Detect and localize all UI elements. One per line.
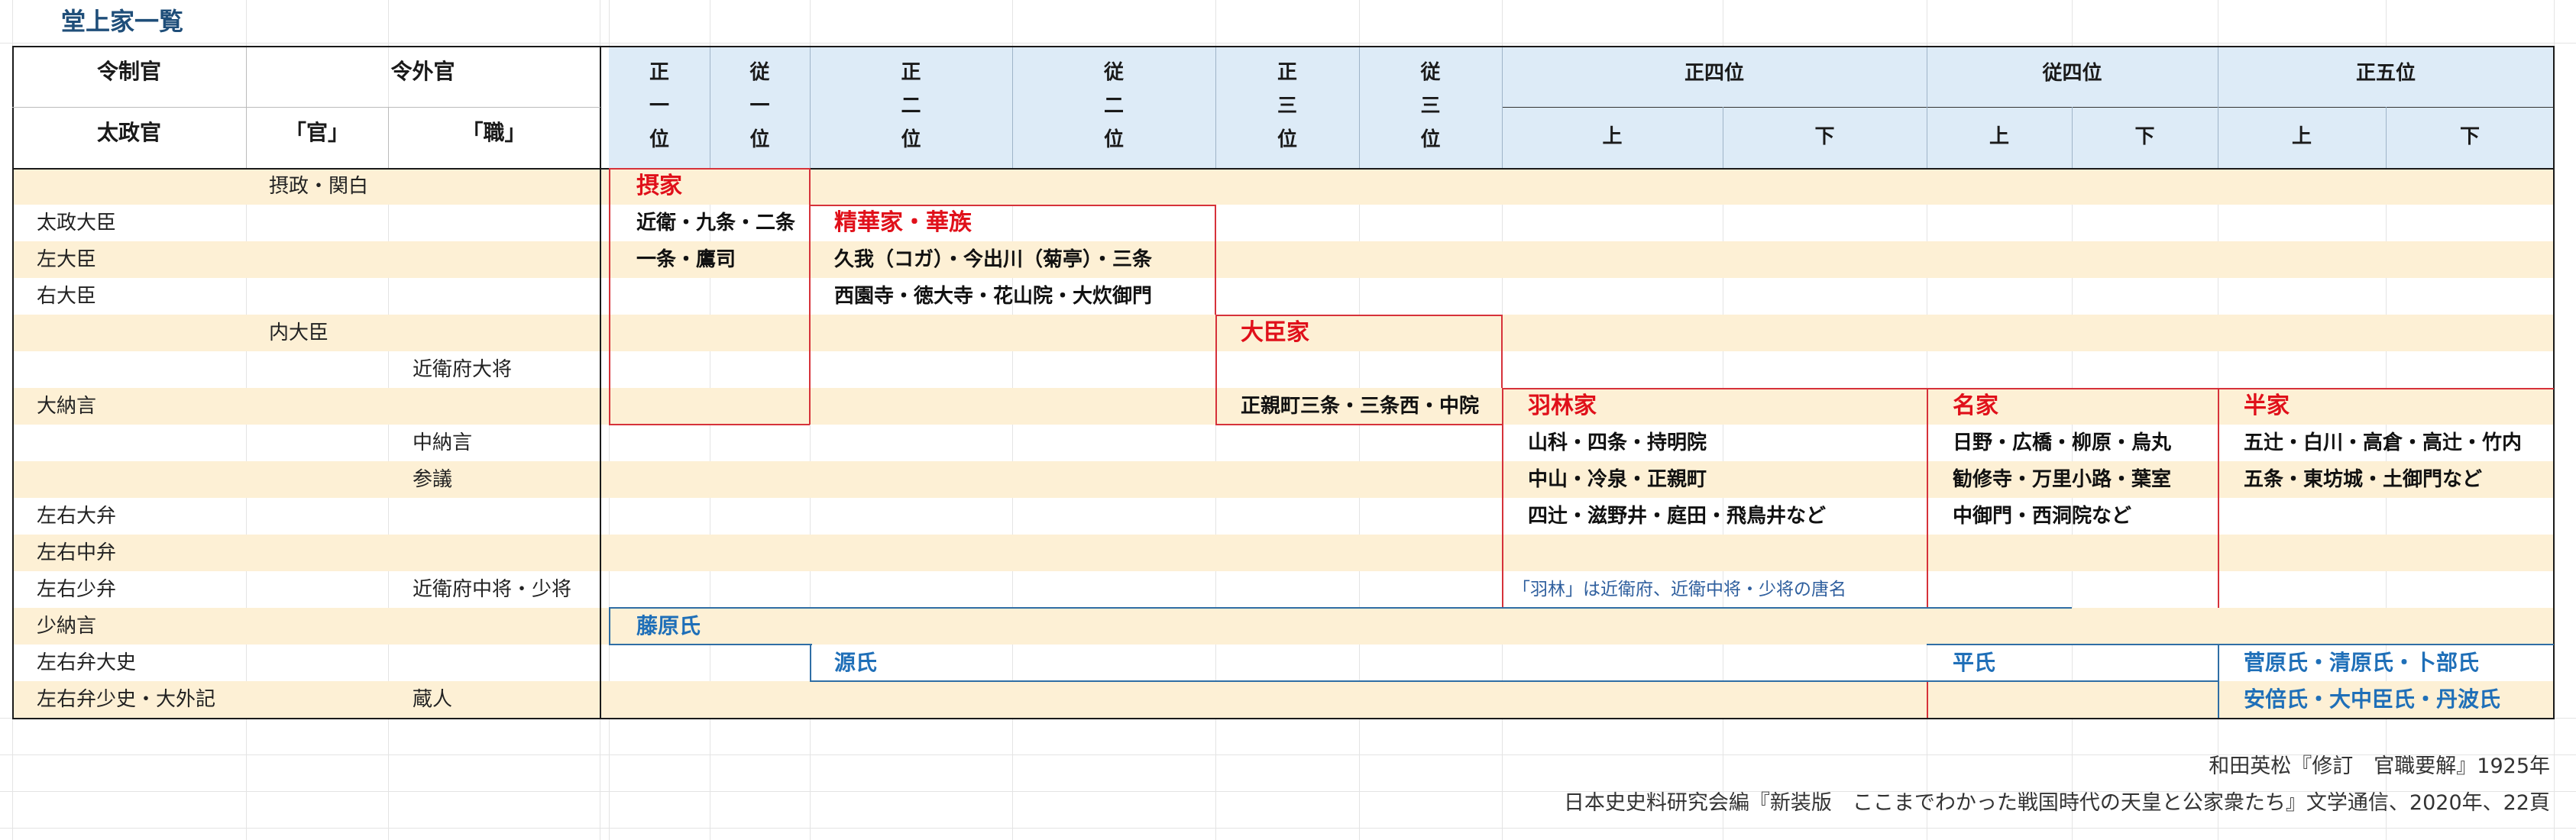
row-label: 大納言 xyxy=(37,395,97,418)
header-daijokan: 太政官 xyxy=(96,120,161,145)
header-rank-sho5: 正五位 xyxy=(2355,62,2416,85)
clan-fujiwara: 藤原氏 xyxy=(636,613,701,638)
group-daijinke: 大臣家 xyxy=(1241,319,1309,346)
row-label: 中納言 xyxy=(413,431,473,454)
header-rank-ju2: 従二位 xyxy=(1103,61,1124,151)
hanke-member: 五辻・白川・高倉・高辻・竹内 xyxy=(2244,431,2523,454)
meike-member: 日野・広橋・柳原・烏丸 xyxy=(1953,431,2172,454)
row-label: 左右弁大史 xyxy=(37,651,137,674)
row-label: 左右少弁 xyxy=(37,578,117,601)
urinke-member: 四辻・滋野井・庭田・飛鳥井など xyxy=(1528,505,1827,528)
clan-others: 菅原氏・清原氏・卜部氏 xyxy=(2244,650,2480,675)
row-label: 内大臣 xyxy=(269,321,329,344)
row-label: 太政大臣 xyxy=(37,212,117,234)
row-band xyxy=(12,681,2554,718)
header-rank-sho3: 正三位 xyxy=(1277,61,1297,151)
seigake-member: 西園寺・徳大寺・花山院・大炊御門 xyxy=(834,285,1153,308)
urinke-note: 「羽林」は近衛府、近衛中将・少将の唐名 xyxy=(1513,580,1846,599)
row-label: 参議 xyxy=(413,468,453,491)
header-upper: 上 xyxy=(1989,125,2009,148)
seigake-member: 久我（コガ）・今出川（菊亭）・三条 xyxy=(834,248,1153,271)
source-citation: 日本史史料研究会編『新装版 ここまでわかった戦国時代の天皇と公家衆たち』文学通信… xyxy=(1563,791,2550,815)
row-label: 左右弁少史・大外記 xyxy=(37,688,216,711)
row-label: 左大臣 xyxy=(37,248,97,271)
group-sekke: 摂家 xyxy=(636,173,682,199)
clan-taira: 平氏 xyxy=(1953,650,1996,675)
hanke-member: 五条・東坊城・土御門など xyxy=(2244,468,2483,491)
group-urinke: 羽林家 xyxy=(1528,393,1597,419)
header-rank-sho2: 正二位 xyxy=(901,61,921,151)
header-rank-ju3: 従三位 xyxy=(1420,61,1441,151)
header-rank-sho4: 正四位 xyxy=(1684,62,1744,85)
row-label: 摂政・関白 xyxy=(269,175,369,198)
urinke-member: 中山・冷泉・正親町 xyxy=(1528,468,1707,491)
row-label: 近衛府大将 xyxy=(413,358,513,381)
daijinke-member: 正親町三条・三条西・中院 xyxy=(1241,395,1480,418)
meike-member: 中御門・西洞院など xyxy=(1953,505,2132,528)
source-citation: 和田英松『修訂 官職要解』1925年 xyxy=(2209,754,2550,778)
clan-others: 安倍氏・大中臣氏・丹波氏 xyxy=(2244,687,2501,712)
header-lower: 下 xyxy=(2459,125,2480,148)
header-ryoge: 令外官 xyxy=(390,59,455,84)
group-seigake: 精華家・華族 xyxy=(834,209,972,236)
row-label: 左右中弁 xyxy=(37,541,117,564)
urinke-member: 山科・四条・持明院 xyxy=(1528,431,1707,454)
row-band xyxy=(12,241,2554,278)
header-lower: 下 xyxy=(1814,125,1835,148)
header-upper: 上 xyxy=(1602,125,1623,148)
header-shiki: 「職」 xyxy=(461,120,526,145)
row-label: 左右大弁 xyxy=(37,505,117,528)
header-kan: 「官」 xyxy=(284,120,349,145)
row-band xyxy=(12,608,2554,645)
header-lower: 下 xyxy=(2134,125,2155,148)
header-rank-sho1: 正一位 xyxy=(649,61,669,151)
row-band xyxy=(12,535,2554,571)
row-band xyxy=(12,461,2554,498)
row-band xyxy=(12,168,2554,205)
header-upper: 上 xyxy=(2291,125,2312,148)
group-hanke: 半家 xyxy=(2244,393,2290,419)
clan-minamoto: 源氏 xyxy=(834,650,878,675)
row-label: 近衛府中将・少将 xyxy=(413,578,572,601)
row-label: 少納言 xyxy=(37,615,97,638)
header-rank-ju1: 従一位 xyxy=(749,61,770,151)
header-rank-ju4: 従四位 xyxy=(2042,62,2102,85)
row-label: 蔵人 xyxy=(413,688,453,711)
header-ritsuryo: 令制官 xyxy=(96,59,161,84)
page-title: 堂上家一覧 xyxy=(61,7,184,36)
sekke-member: 一条・鷹司 xyxy=(636,248,736,271)
meike-member: 勧修寺・万里小路・葉室 xyxy=(1953,468,2172,491)
row-label: 右大臣 xyxy=(37,285,97,308)
group-meike: 名家 xyxy=(1953,393,1998,419)
sekke-member: 近衛・九条・二条 xyxy=(636,212,796,234)
